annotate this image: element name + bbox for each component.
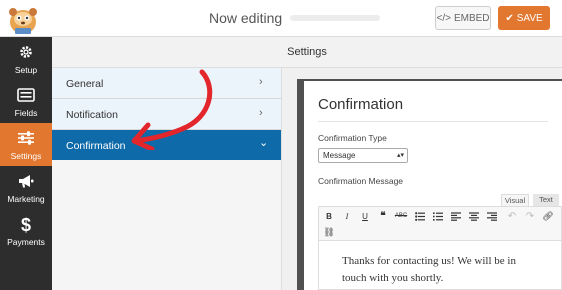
tab-visual[interactable]: Visual <box>501 194 529 206</box>
italic-icon[interactable]: I <box>340 210 354 223</box>
tab-text[interactable]: Text <box>533 194 559 206</box>
sidebar-label-settings: Settings <box>10 151 42 161</box>
confirmation-type-label: Confirmation Type <box>318 133 387 143</box>
top-bar: Now editing </> EMBED ✔ SAVE <box>0 0 562 37</box>
bold-icon[interactable]: B <box>322 210 336 223</box>
confirmation-title: Confirmation <box>318 96 404 113</box>
confirmation-message-editor[interactable]: Thanks for contacting us! We will be in … <box>318 241 562 290</box>
unlink-icon[interactable]: ⛓︎ <box>322 226 336 239</box>
gear-icon <box>20 46 32 58</box>
divider <box>318 121 548 122</box>
code-icon: </> <box>436 12 451 24</box>
sidebar-label-fields: Fields <box>14 108 38 118</box>
sidebar-item-settings[interactable]: Settings <box>0 123 52 166</box>
page-title: Now editing <box>209 10 283 26</box>
dollar-icon: $ <box>20 215 31 235</box>
strikethrough-icon[interactable]: ABC <box>394 210 408 223</box>
menu-label-notification: Notification <box>66 109 118 121</box>
confirmation-type-select[interactable]: Message ▴▾ <box>318 148 408 163</box>
chevron-down-icon: ⌄ <box>259 137 269 149</box>
chevron-right-icon: › <box>259 107 263 119</box>
bullet-list-icon[interactable] <box>415 212 425 221</box>
confirmation-type-value: Message <box>323 151 356 160</box>
form-name-placeholder <box>290 15 380 21</box>
settings-header: Settings <box>52 37 562 68</box>
wpforms-bear-logo-icon <box>9 8 37 34</box>
sidebar-item-setup[interactable]: Setup <box>0 37 52 80</box>
sidebar-item-fields[interactable]: Fields <box>0 80 52 123</box>
sidebar-label-marketing: Marketing <box>7 194 45 204</box>
menu-label-confirmation: Confirmation <box>66 140 126 152</box>
align-left-icon[interactable] <box>451 212 461 221</box>
link-icon[interactable]: 🔗︎ <box>541 210 555 223</box>
save-label: SAVE <box>516 12 543 24</box>
check-icon: ✔ <box>505 12 514 24</box>
sidebar-label-setup: Setup <box>14 65 38 75</box>
sidebar-label-payments: Payments <box>7 237 45 247</box>
underline-icon[interactable]: U <box>358 210 372 223</box>
confirmation-panel: Confirmation Confirmation Type Message ▴… <box>304 81 562 290</box>
fields-icon <box>17 88 35 102</box>
sliders-icon <box>18 131 34 145</box>
editor-toolbar: B I U ❝ ABC ↶ ↷ 🔗︎ ⛓︎ <box>318 206 562 241</box>
sidebar-item-payments[interactable]: $ Payments <box>0 209 52 252</box>
align-center-icon[interactable] <box>469 212 479 221</box>
redo-icon[interactable]: ↷ <box>523 210 537 223</box>
sidebar-item-marketing[interactable]: Marketing <box>0 166 52 209</box>
megaphone-icon <box>19 175 34 188</box>
blockquote-icon[interactable]: ❝ <box>376 210 390 223</box>
confirmation-message-label: Confirmation Message <box>318 176 404 186</box>
confirmation-message-text: Thanks for contacting us! We will be in … <box>342 255 516 284</box>
embed-button[interactable]: </> EMBED <box>435 6 491 30</box>
settings-title: Settings <box>287 46 327 58</box>
chevron-right-icon: › <box>259 76 263 88</box>
builder-sidebar: Setup Fields Settings Marketing $ Paymen… <box>0 37 52 290</box>
annotation-arrow-icon <box>131 69 213 150</box>
menu-label-general: General <box>66 78 104 90</box>
embed-label: EMBED <box>453 12 490 24</box>
select-arrows-icon: ▴▾ <box>396 152 404 159</box>
undo-icon[interactable]: ↶ <box>505 210 519 223</box>
align-right-icon[interactable] <box>487 212 497 221</box>
numbered-list-icon[interactable] <box>433 212 443 221</box>
save-button[interactable]: ✔ SAVE <box>498 6 550 30</box>
